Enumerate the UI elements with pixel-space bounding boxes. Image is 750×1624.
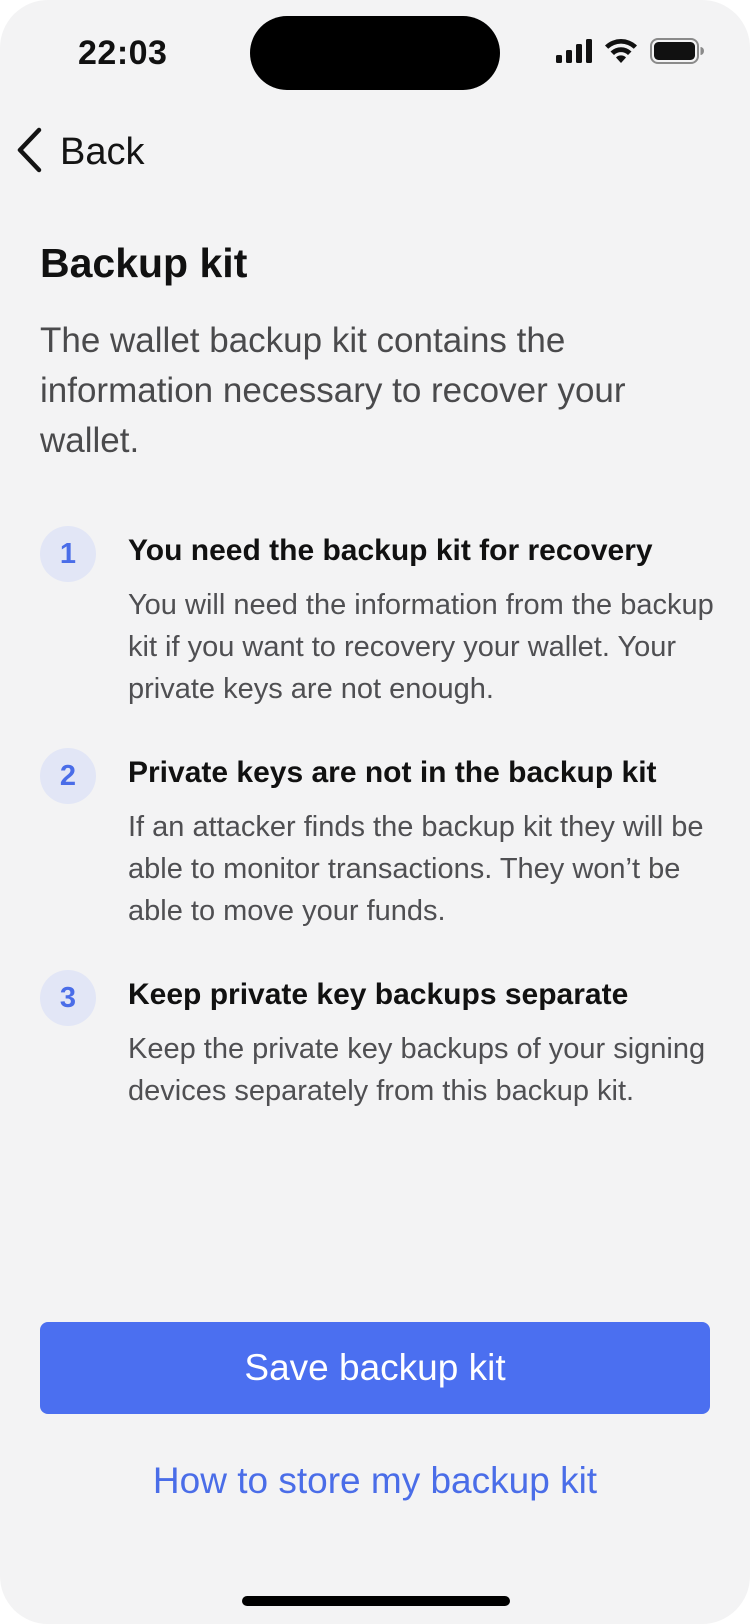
step-description: If an attacker finds the backup kit they… bbox=[128, 811, 704, 927]
step-item: 3 Keep private key backups separate Keep… bbox=[40, 970, 720, 1192]
step-number-badge: 2 bbox=[40, 748, 96, 804]
step-number-badge: 1 bbox=[40, 526, 96, 582]
chevron-left-icon bbox=[14, 126, 44, 179]
step-number-badge: 3 bbox=[40, 970, 96, 1026]
dynamic-island bbox=[250, 16, 500, 90]
status-time: 22:03 bbox=[78, 34, 168, 72]
page-title: Backup kit bbox=[40, 240, 248, 286]
step-title: Private keys are not in the backup kit bbox=[128, 756, 657, 789]
back-button[interactable]: Back bbox=[14, 126, 144, 179]
battery-icon bbox=[650, 38, 704, 64]
step-description: You will need the information from the b… bbox=[128, 589, 714, 705]
phone-screen: 22:03 Back Backup kit The wallet backup … bbox=[0, 0, 750, 1624]
step-item: 2 Private keys are not in the backup kit… bbox=[40, 748, 720, 970]
step-description: Keep the private key backups of your sig… bbox=[128, 1033, 706, 1107]
home-indicator bbox=[242, 1596, 510, 1606]
how-to-store-link[interactable]: How to store my backup kit bbox=[0, 1460, 750, 1502]
status-icons bbox=[556, 38, 704, 64]
step-item: 1 You need the backup kit for recovery Y… bbox=[40, 526, 720, 748]
step-title: You need the backup kit for recovery bbox=[128, 534, 653, 567]
save-backup-kit-button[interactable]: Save backup kit bbox=[40, 1322, 710, 1414]
page-intro: The wallet backup kit contains the infor… bbox=[40, 321, 626, 460]
wifi-icon bbox=[604, 39, 638, 63]
back-label: Back bbox=[60, 131, 145, 173]
step-title: Keep private key backups separate bbox=[128, 978, 629, 1011]
signal-icon bbox=[556, 39, 592, 63]
steps-list: 1 You need the backup kit for recovery Y… bbox=[40, 526, 720, 1192]
